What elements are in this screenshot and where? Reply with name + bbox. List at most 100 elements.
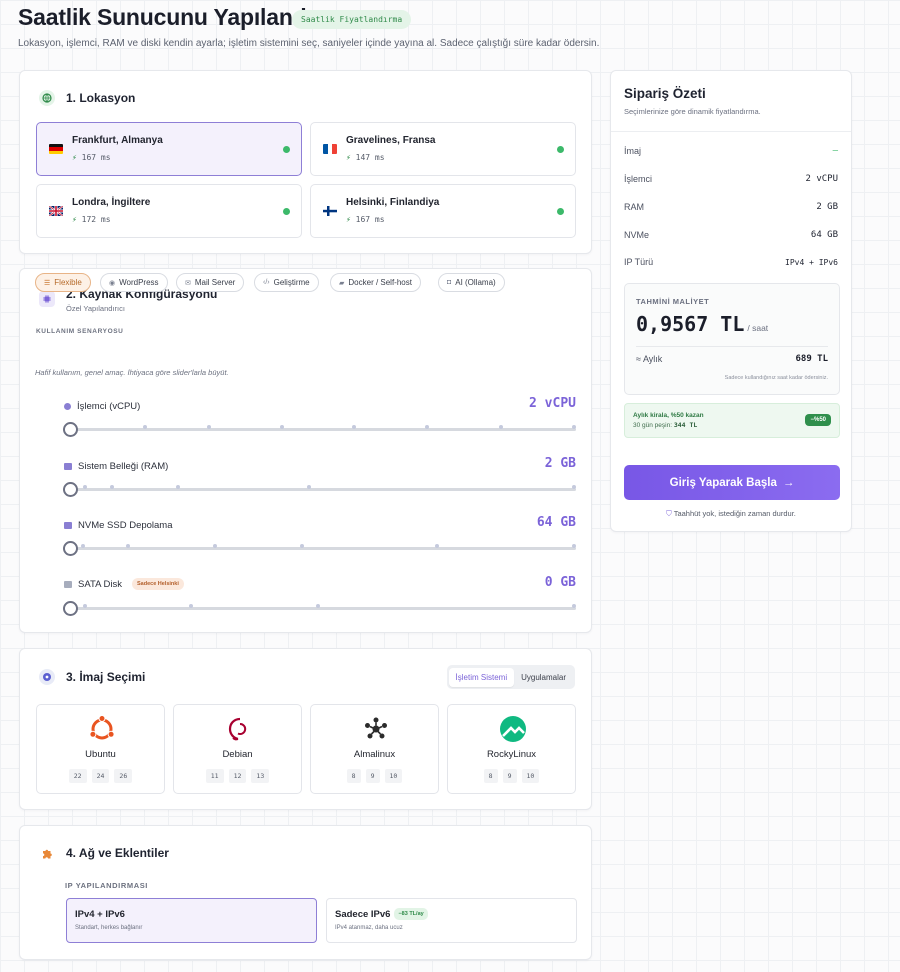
layers-icon: ☰ (44, 279, 51, 287)
location-card-gravelines[interactable]: Gravelines, Fransa ⚡ 147 ms (310, 122, 576, 176)
almalinux-logo-icon (362, 715, 390, 743)
scenario-label: KULLANIM SENARYOSU (36, 328, 124, 335)
docker-icon: ▰ (339, 279, 345, 287)
cpu-icon (64, 403, 71, 410)
os-name: Almalinux (353, 749, 396, 760)
os-card-almalinux[interactable]: Almalinux 8 9 10 (310, 704, 439, 794)
ip-option-dual[interactable]: IPv4 + IPv6 Standart, herkes bağlanır (66, 898, 317, 943)
location-ping: ⚡ 167 ms (72, 153, 111, 162)
login-start-button[interactable]: Giriş Yaparak Başla → (624, 465, 840, 500)
summary-title: Sipariş Özeti (624, 86, 706, 101)
status-dot (557, 146, 564, 153)
drive-icon (64, 522, 72, 529)
version-chip[interactable]: 12 (228, 769, 247, 783)
os-card-ubuntu[interactable]: Ubuntu 22 24 26 (36, 704, 165, 794)
slider-label-cpu: İşlemci (vCPU) (64, 401, 140, 412)
cpu-icon (39, 291, 55, 307)
tab-os[interactable]: İşletim Sistemi (448, 667, 515, 687)
version-chip[interactable]: 9 (502, 769, 517, 783)
disk-icon (64, 580, 72, 588)
slider-knob-ram[interactable] (63, 482, 78, 497)
version-chip[interactable]: 13 (251, 769, 270, 783)
location-card-helsinki[interactable]: Helsinki, Finlandiya ⚡ 167 ms (310, 184, 576, 238)
os-card-rockylinux[interactable]: RockyLinux 8 9 10 (447, 704, 576, 794)
version-chip[interactable]: 9 (365, 769, 380, 783)
memory-icon (64, 463, 72, 470)
section-title: 4. Ağ ve Eklentiler (66, 846, 169, 860)
finland-flag-icon (323, 206, 337, 216)
scenario-hint: Hafif kullanım, genel amaç. İhtiyaca gör… (35, 368, 229, 377)
summary-row-image: İmaj – (624, 146, 838, 156)
slider-value-cpu: 2 vCPU (529, 396, 576, 411)
version-chip[interactable]: 22 (68, 769, 87, 783)
slider-value-sata: 0 GB (544, 575, 576, 590)
slider-track-ram[interactable] (63, 485, 576, 491)
os-name: Debian (222, 749, 253, 760)
version-chip[interactable]: 10 (384, 769, 403, 783)
scenario-chip-ai[interactable]: ◘ AI (Ollama) (438, 273, 505, 292)
location-name: Gravelines, Fransa (346, 135, 436, 146)
os-card-debian[interactable]: Debian 11 12 13 (173, 704, 302, 794)
hourly-price: 0,9567 TL / saat (636, 312, 769, 336)
mail-icon: ✉ (185, 279, 191, 287)
location-name: Helsinki, Finlandiya (346, 197, 440, 208)
version-chip[interactable]: 11 (205, 769, 224, 783)
summary-row-nvme: NVMe 64 GB (624, 230, 838, 240)
scenario-chip-dev[interactable]: ‹/› Geliştirme (254, 273, 319, 292)
os-versions: 11 12 13 (174, 769, 301, 783)
version-chip[interactable]: 8 (483, 769, 498, 783)
discount-badge: −%50 (805, 414, 831, 426)
tab-apps[interactable]: Uygulamalar (514, 668, 573, 687)
os-versions: 22 24 26 (37, 769, 164, 783)
section-title: 3. İmaj Seçimi (66, 670, 146, 684)
status-dot (283, 208, 290, 215)
slider-track-cpu[interactable] (63, 425, 576, 431)
os-versions: 8 9 10 (311, 769, 438, 783)
image-tabs: İşletim Sistemi Uygulamalar (446, 665, 575, 689)
monthly-estimate: ≈ Aylık 689 TL (636, 354, 828, 364)
ip-option-ipv6[interactable]: Sadece IPv6 −83 TL/ay IPv4 atanmaz, daha … (326, 898, 577, 943)
status-dot (283, 146, 290, 153)
version-chip[interactable]: 8 (346, 769, 361, 783)
location-card-frankfurt[interactable]: Frankfurt, Almanya ⚡ 167 ms (36, 122, 302, 176)
scenario-chip-mail[interactable]: ✉ Mail Server (176, 273, 245, 292)
page-title: Saatlik Sunucunu Yapılandır (18, 4, 322, 30)
slider-track-nvme[interactable] (63, 544, 576, 550)
scenario-chip-flexible[interactable]: ☰ Flexible (35, 273, 91, 292)
france-flag-icon (323, 144, 337, 154)
status-dot (557, 208, 564, 215)
debian-logo-icon (225, 715, 253, 743)
version-chip[interactable]: 24 (91, 769, 110, 783)
arrow-right-icon: → (782, 476, 795, 489)
location-card-london[interactable]: Londra, İngiltere ⚡ 172 ms (36, 184, 302, 238)
ip-config-label: IP YAPILANDIRMASI (65, 881, 148, 890)
pricing-badge: Saatlik Fiyatlandırma (292, 10, 412, 29)
scenario-chip-wordpress[interactable]: ◉ WordPress (100, 273, 168, 292)
image-section: 3. İmaj Seçimi İşletim Sistemi Uygulamal… (19, 648, 592, 810)
slider-track-sata[interactable] (63, 604, 576, 610)
shield-icon: ⛉ (666, 509, 672, 518)
page-subtitle: Lokasyon, işlemci, RAM ve diski kendin a… (18, 38, 600, 49)
scenario-chip-docker[interactable]: ▰ Docker / Self-host (330, 273, 421, 292)
puzzle-icon (39, 845, 55, 861)
location-ping: ⚡ 172 ms (72, 215, 111, 224)
os-versions: 8 9 10 (448, 769, 575, 783)
summary-row-ip: IP Türü IPv4 + IPv6 (624, 257, 838, 267)
slider-label-ram: Sistem Belleği (RAM) (64, 461, 168, 472)
slider-knob-sata[interactable] (63, 601, 78, 616)
section-title: 1. Lokasyon (66, 91, 136, 105)
version-chip[interactable]: 10 (521, 769, 540, 783)
ip-option-title: IPv4 + IPv6 (75, 909, 125, 920)
os-name: Ubuntu (85, 749, 116, 760)
monthly-promo[interactable]: Aylık kirala, %50 kazan 30 gün peşin: 34… (624, 403, 840, 438)
slider-knob-cpu[interactable] (63, 422, 78, 437)
location-ping: ⚡ 147 ms (346, 153, 385, 162)
slider-knob-nvme[interactable] (63, 541, 78, 556)
network-section: 4. Ağ ve Eklentiler IP YAPILANDIRMASI IP… (19, 825, 592, 960)
uk-flag-icon (49, 206, 63, 216)
os-name: RockyLinux (486, 749, 537, 760)
ip-option-desc: IPv4 atanmaz, daha ucuz (335, 925, 403, 931)
location-ping: ⚡ 167 ms (346, 215, 385, 224)
version-chip[interactable]: 26 (114, 769, 133, 783)
slider-value-nvme: 64 GB (536, 515, 576, 530)
